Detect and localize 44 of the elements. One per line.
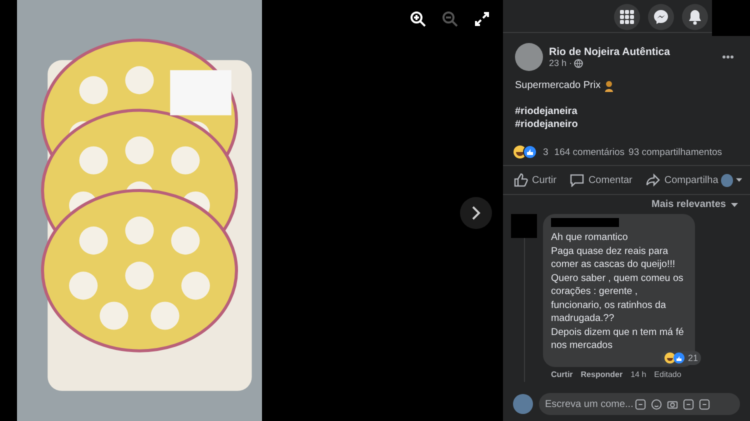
caret-icon xyxy=(731,202,738,206)
avatar[interactable] xyxy=(721,174,733,186)
messenger-icon[interactable] xyxy=(648,4,674,30)
like-button[interactable]: Curtir xyxy=(511,171,560,189)
zoom-in-icon[interactable] xyxy=(409,10,427,28)
person-emoji-icon xyxy=(604,80,614,92)
reaction-count[interactable]: 3 xyxy=(543,146,548,158)
reaction-emojis-icon[interactable] xyxy=(513,145,539,159)
notifications-icon[interactable] xyxy=(682,4,708,30)
post-text: Supermercado Prix xyxy=(515,79,601,92)
fullscreen-icon[interactable] xyxy=(473,10,491,28)
redaction-block xyxy=(551,218,619,227)
hashtag-link[interactable]: #riodejaneiro xyxy=(515,118,578,131)
share-button[interactable]: Compartilha xyxy=(643,171,722,189)
comment-reactions[interactable]: 21 xyxy=(660,350,701,364)
reaction-emojis-icon xyxy=(664,352,686,364)
next-button[interactable] xyxy=(460,197,492,229)
sort-button[interactable]: Mais relevantes xyxy=(652,199,738,210)
redaction-block xyxy=(712,0,750,36)
globe-icon xyxy=(574,58,584,68)
reaction-count: 21 xyxy=(688,352,698,362)
post-time[interactable]: 23 h · xyxy=(549,58,572,68)
camera-icon[interactable] xyxy=(667,398,678,410)
caret-icon[interactable] xyxy=(736,178,742,182)
shares-count[interactable]: 93 compartilhamentos xyxy=(628,146,722,158)
author-name[interactable]: Rio de Nojeira Autêntica xyxy=(549,46,712,58)
comment-action-link[interactable]: Curtir xyxy=(551,370,573,378)
comment-input[interactable]: Escreva um come... xyxy=(545,398,635,410)
comments-count[interactable]: 164 comentários xyxy=(554,146,625,158)
share-arrow-icon xyxy=(646,173,660,187)
redaction-block xyxy=(511,214,537,238)
comment-time[interactable]: 14 h xyxy=(630,370,646,378)
menu-grid-icon[interactable] xyxy=(614,4,640,30)
comment-action-link[interactable]: Responder xyxy=(580,370,623,378)
comment-button[interactable]: Comentar xyxy=(567,171,636,189)
comment-text: Ah que romantico Paga quase dez reais para comer as cascas do queijo!!! Quero saber , quem comeu os corações : gerente , funcionario, os ratinhos da madrugada.?? Depois dizem que n tem má fé nos mercados xyxy=(551,231,685,352)
thumbs-up-icon xyxy=(514,173,528,187)
emoji-icon[interactable] xyxy=(651,398,662,410)
speech-bubble-icon xyxy=(570,173,584,187)
chevron-right-icon[interactable] xyxy=(470,205,482,221)
hashtag-link[interactable]: #riodejaneira xyxy=(515,105,578,118)
avatar[interactable] xyxy=(515,43,543,71)
avatar xyxy=(513,394,533,414)
edited-label: Editado xyxy=(654,370,682,378)
